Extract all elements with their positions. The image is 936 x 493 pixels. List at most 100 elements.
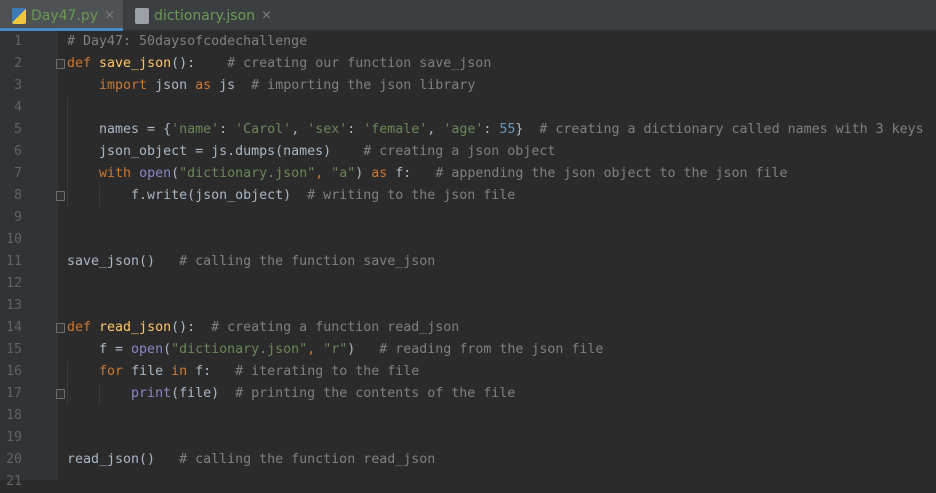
code-line[interactable]: 11 save_json() # calling the function sav… bbox=[0, 251, 936, 273]
code-editor[interactable]: 1 # Day47: 50daysofcodechallenge 2 def save… bbox=[0, 31, 936, 480]
token-cm: # creating a dictionary called names wit… bbox=[539, 122, 923, 137]
line-number: 3 bbox=[0, 75, 22, 97]
token-str: "a" bbox=[331, 166, 355, 181]
token-kw: in bbox=[171, 364, 195, 379]
code-line[interactable]: 4 bbox=[0, 97, 936, 119]
token-tx bbox=[67, 78, 99, 93]
code-text: save_json() # calling the function save_… bbox=[67, 251, 435, 273]
token-kw: def bbox=[67, 320, 99, 335]
line-number: 16 bbox=[0, 361, 22, 383]
tab-label: dictionary.json bbox=[154, 8, 255, 24]
json-file-icon bbox=[135, 8, 149, 24]
tab-label: Day47.py bbox=[31, 8, 98, 24]
token-cm: # calling the function read_json bbox=[179, 452, 435, 467]
fold-marker-icon[interactable] bbox=[56, 59, 65, 69]
token-tx: f: bbox=[195, 364, 235, 379]
token-cm: # Day47: 50daysofcodechallenge bbox=[67, 34, 307, 49]
token-str: "dictionary.json" bbox=[179, 166, 315, 181]
token-tx: } bbox=[515, 122, 539, 137]
fold-marker-icon[interactable] bbox=[56, 323, 65, 333]
token-tx: : bbox=[219, 122, 235, 137]
token-tx: f: bbox=[395, 166, 435, 181]
token-kw: import bbox=[99, 78, 155, 93]
token-fn: read_json bbox=[99, 320, 171, 335]
code-line[interactable]: 6 json_object = js.dumps(names) # creati… bbox=[0, 141, 936, 163]
code-line[interactable]: 3 import json as js # importing the json… bbox=[0, 75, 936, 97]
token-cm: # reading from the json file bbox=[379, 342, 603, 357]
code-line[interactable]: 9 bbox=[0, 207, 936, 229]
token-tx: , bbox=[291, 122, 307, 137]
code-line[interactable]: 21 bbox=[0, 471, 936, 493]
code-text: def save_json(): # creating our function… bbox=[67, 53, 491, 75]
line-number: 21 bbox=[0, 471, 22, 493]
token-str: 'sex' bbox=[307, 122, 347, 137]
token-tx bbox=[67, 364, 99, 379]
token-str: 'female' bbox=[363, 122, 427, 137]
token-tx: (): bbox=[171, 320, 211, 335]
token-cm: # iterating to the file bbox=[235, 364, 419, 379]
code-line[interactable]: 8 f.write(json_object) # writing to the … bbox=[0, 185, 936, 207]
line-number: 15 bbox=[0, 339, 22, 361]
tab-day47-py[interactable]: Day47.py × bbox=[0, 0, 123, 31]
close-tab-icon[interactable]: × bbox=[104, 8, 115, 23]
token-tx: save_json() bbox=[67, 254, 179, 269]
code-text: f = open("dictionary.json", "r") # readi… bbox=[67, 339, 603, 361]
code-line[interactable]: 5 names = {'name': 'Carol', 'sex': 'fema… bbox=[0, 119, 936, 141]
code-line[interactable]: 13 bbox=[0, 295, 936, 317]
code-line[interactable]: 10 bbox=[0, 229, 936, 251]
token-kw: as bbox=[371, 166, 395, 181]
fold-marker-icon[interactable] bbox=[56, 191, 65, 201]
token-cm: # creating a json object bbox=[363, 144, 555, 159]
token-cm: # printing the contents of the file bbox=[235, 386, 515, 401]
token-cm: # writing to the json file bbox=[307, 188, 515, 203]
tab-dictionary-json[interactable]: dictionary.json × bbox=[123, 0, 280, 31]
line-number: 8 bbox=[0, 185, 22, 207]
token-kw: as bbox=[195, 78, 219, 93]
code-line[interactable]: 19 bbox=[0, 427, 936, 449]
code-line[interactable]: 17 print(file) # printing the contents o… bbox=[0, 383, 936, 405]
close-tab-icon[interactable]: × bbox=[261, 8, 272, 23]
token-str: "r" bbox=[323, 342, 347, 357]
line-number: 13 bbox=[0, 295, 22, 317]
token-kw: with bbox=[99, 166, 139, 181]
token-kw: , bbox=[307, 342, 323, 357]
code-text: # Day47: 50daysofcodechallenge bbox=[67, 31, 307, 53]
code-line[interactable]: 18 bbox=[0, 405, 936, 427]
token-cm: # importing the json library bbox=[251, 78, 475, 93]
code-line[interactable]: 2 def save_json(): # creating our functio… bbox=[0, 53, 936, 75]
code-line[interactable]: 16 for file in f: # iterating to the fil… bbox=[0, 361, 936, 383]
token-tx: f = bbox=[67, 342, 131, 357]
token-tx: ( bbox=[163, 342, 171, 357]
code-line[interactable]: 20 read_json() # calling the function rea… bbox=[0, 449, 936, 471]
code-line[interactable]: 15 f = open("dictionary.json", "r") # re… bbox=[0, 339, 936, 361]
line-number: 4 bbox=[0, 97, 22, 119]
code-line[interactable]: 7 with open("dictionary.json", "a") as f… bbox=[0, 163, 936, 185]
line-number: 2 bbox=[0, 53, 22, 75]
token-kw: , bbox=[315, 166, 331, 181]
token-cm: # creating a function read_json bbox=[211, 320, 459, 335]
token-num: 55 bbox=[499, 122, 515, 137]
token-tx: ) bbox=[347, 342, 379, 357]
token-tx: ) bbox=[355, 166, 371, 181]
line-number: 6 bbox=[0, 141, 22, 163]
editor-tab-bar: Day47.py × dictionary.json × bbox=[0, 0, 936, 31]
line-number: 20 bbox=[0, 449, 22, 471]
code-line[interactable]: 14def read_json(): # creating a function… bbox=[0, 317, 936, 339]
fold-marker-icon[interactable] bbox=[56, 389, 65, 399]
token-tx: file bbox=[131, 364, 171, 379]
code-text: json_object = js.dumps(names) # creating… bbox=[67, 141, 555, 163]
token-str: 'age' bbox=[443, 122, 483, 137]
token-tx: (): bbox=[171, 56, 227, 71]
line-number: 7 bbox=[0, 163, 22, 185]
line-number: 10 bbox=[0, 229, 22, 251]
line-number: 18 bbox=[0, 405, 22, 427]
token-str: 'name' bbox=[171, 122, 219, 137]
token-tx: read_json() bbox=[67, 452, 179, 467]
code-line[interactable]: 1 # Day47: 50daysofcodechallenge bbox=[0, 31, 936, 53]
code-line[interactable]: 12 bbox=[0, 273, 936, 295]
token-tx: (file) bbox=[171, 386, 235, 401]
line-number: 11 bbox=[0, 251, 22, 273]
line-number: 9 bbox=[0, 207, 22, 229]
line-number: 1 bbox=[0, 31, 22, 53]
python-file-icon bbox=[12, 8, 26, 24]
